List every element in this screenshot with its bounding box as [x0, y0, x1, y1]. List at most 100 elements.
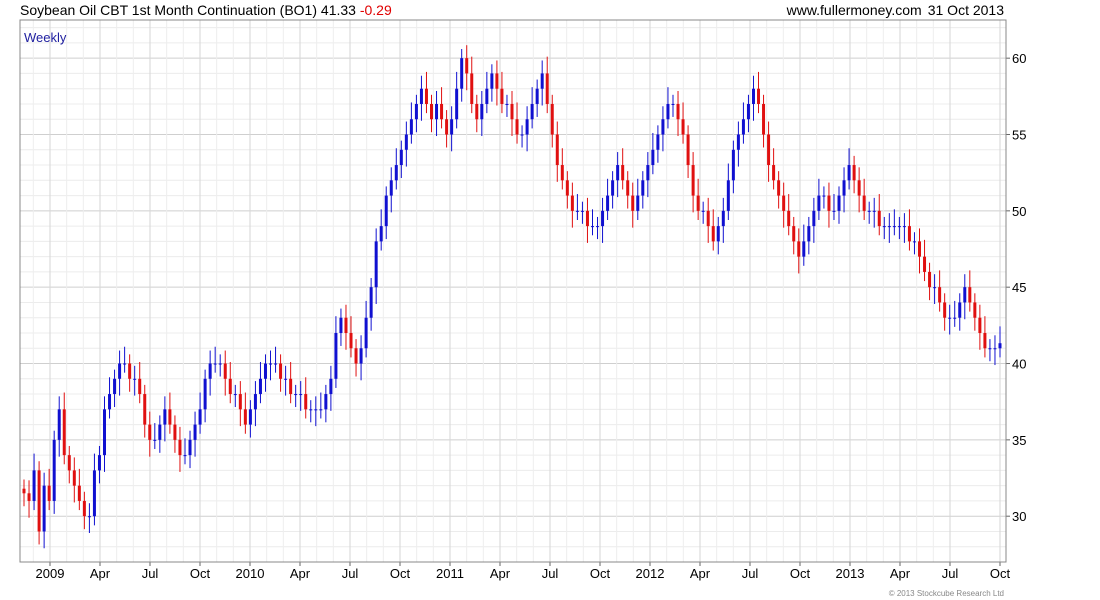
- candle-body: [510, 103, 514, 120]
- candle-body: [435, 103, 439, 120]
- candle-body: [928, 271, 932, 288]
- candle-body: [606, 195, 610, 211]
- candle-body: [676, 103, 680, 120]
- candle-body: [892, 226, 896, 228]
- candle-body: [555, 134, 559, 166]
- candle-body: [123, 363, 127, 365]
- candle-body: [505, 103, 509, 105]
- candle-body: [721, 210, 725, 227]
- x-tick-label: Apr: [890, 566, 911, 581]
- candle-body: [746, 103, 750, 120]
- candle-body: [334, 332, 338, 379]
- candle-body: [978, 317, 982, 333]
- candle-body: [983, 332, 987, 349]
- candle-body: [842, 180, 846, 196]
- candle-body: [912, 241, 916, 243]
- candle-body: [460, 58, 464, 89]
- x-tick-label: Oct: [790, 566, 811, 581]
- candle-body: [213, 363, 217, 365]
- candle-body: [62, 409, 66, 456]
- candle-body: [636, 195, 640, 211]
- candle-body: [47, 485, 51, 501]
- candle-body: [832, 210, 836, 212]
- candle-body: [772, 165, 776, 181]
- y-tick-label: 55: [1012, 128, 1026, 143]
- candle-body: [490, 73, 494, 89]
- y-tick-label: 30: [1012, 509, 1026, 524]
- candle-body: [344, 317, 348, 333]
- candle-body: [52, 439, 56, 501]
- candle-body: [736, 134, 740, 150]
- y-tick-label: 50: [1012, 204, 1026, 219]
- x-tick-label: Jul: [342, 566, 359, 581]
- candle-body: [354, 348, 358, 364]
- candle-body: [621, 165, 625, 181]
- candle-body: [339, 317, 343, 333]
- y-tick-label: 40: [1012, 357, 1026, 372]
- candle-body: [158, 424, 162, 440]
- candle-body: [258, 378, 262, 395]
- candle-body: [183, 455, 187, 457]
- candle-body: [616, 165, 620, 181]
- candle-body: [384, 195, 388, 227]
- candle-body: [948, 317, 952, 319]
- candle-body: [837, 195, 841, 211]
- candle-body: [304, 394, 308, 410]
- candle-body: [601, 210, 605, 227]
- candle-body: [108, 394, 112, 410]
- candle-body: [646, 165, 650, 181]
- candle-body: [525, 119, 529, 135]
- candle-body: [153, 439, 157, 441]
- candle-body: [570, 195, 574, 211]
- candle-body: [867, 210, 871, 212]
- candle-body: [188, 439, 192, 456]
- candle-body: [228, 378, 232, 395]
- candle-body: [822, 195, 826, 197]
- candle-body: [877, 210, 881, 227]
- candle-body: [389, 180, 393, 196]
- candle-body: [902, 226, 906, 228]
- y-tick-label: 35: [1012, 433, 1026, 448]
- x-tick-label: Oct: [990, 566, 1011, 581]
- candle-body: [943, 302, 947, 318]
- candle-body: [681, 119, 685, 135]
- candle-body: [938, 287, 942, 303]
- candle-body: [897, 226, 901, 228]
- candle-body: [113, 378, 117, 395]
- candle-body: [882, 226, 886, 228]
- copyright-text: © 2013 Stockcube Research Ltd: [888, 589, 1004, 598]
- candle-body: [97, 455, 101, 471]
- candle-body: [565, 180, 569, 196]
- candle-body: [515, 119, 519, 135]
- candle-body: [329, 378, 333, 395]
- x-tick-label: Apr: [90, 566, 111, 581]
- candle-body: [359, 348, 363, 364]
- candle-body: [218, 363, 222, 365]
- candle-body: [847, 165, 851, 181]
- candle-body: [520, 134, 524, 136]
- x-tick-label: Jul: [542, 566, 559, 581]
- candle-body: [827, 195, 831, 211]
- candle-body: [163, 409, 167, 425]
- candle-body: [379, 226, 383, 242]
- candle-body: [314, 409, 318, 411]
- candle-body: [585, 210, 589, 227]
- candle-body: [374, 241, 378, 288]
- candle-body: [872, 210, 876, 212]
- candle-body: [77, 485, 81, 501]
- candle-body: [82, 500, 86, 517]
- candle-body: [208, 363, 212, 379]
- candle-body: [27, 493, 31, 501]
- candle-body: [918, 241, 922, 257]
- candle-body: [173, 424, 177, 440]
- candle-body: [741, 119, 745, 135]
- candle-body: [988, 348, 992, 350]
- candle-body: [399, 149, 403, 166]
- candle-body: [470, 73, 474, 104]
- candle-body: [706, 210, 710, 227]
- candle-body: [445, 119, 449, 135]
- candle-body: [289, 378, 293, 395]
- candle-body: [953, 317, 957, 319]
- candle-body: [807, 226, 811, 242]
- candle-body: [253, 394, 257, 410]
